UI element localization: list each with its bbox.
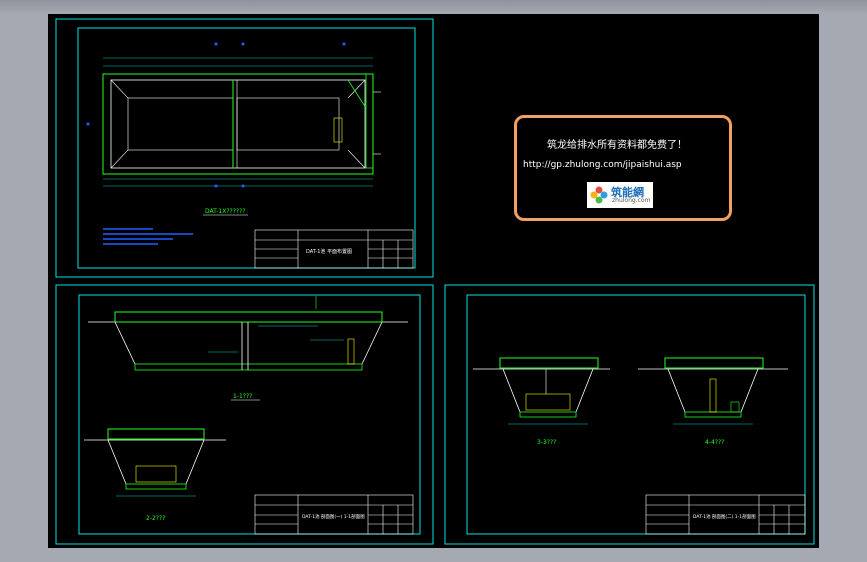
section-3-3 bbox=[473, 357, 610, 425]
cad-drawing: DAT-1X?????? DAT-1池 平面布置图 1-1??? 2-2??? … bbox=[55, 18, 815, 545]
plan-notes bbox=[103, 228, 193, 245]
section-1-1-label: 1-1??? bbox=[233, 393, 252, 400]
section-3-3-label: 3-3??? bbox=[537, 439, 556, 446]
title-block-right-name: DAT-1池 剖面图(二) 1-1剖面图 bbox=[693, 513, 756, 520]
promo-note-url[interactable]: http://gp.zhulong.com/jipaishui.asp bbox=[523, 160, 682, 170]
promo-note-text: 筑龙给排水所有资料都免费了！ bbox=[547, 140, 687, 151]
toolbar-strip bbox=[0, 0, 867, 14]
promo-note-box: 筑龙给排水所有资料都免费了！ http://gp.zhulong.com/jip… bbox=[514, 115, 732, 221]
title-block-bottom-left-name: DAT-1池 剖面图(一) 1-1剖面图 bbox=[302, 513, 365, 520]
cad-drawing-canvas[interactable]: DAT-1X?????? DAT-1池 平面布置图 1-1??? 2-2??? … bbox=[48, 14, 819, 548]
section-2-2 bbox=[84, 428, 226, 497]
plan-view bbox=[86, 42, 381, 188]
section-2-2-label: 2-2??? bbox=[146, 515, 165, 522]
plan-label: DAT-1X?????? bbox=[205, 208, 245, 215]
logo-subtitle: zhulong.com bbox=[612, 197, 651, 204]
zhulong-logo[interactable]: 筑能網 zhulong.com bbox=[587, 182, 653, 208]
title-block-top-left-name: DAT-1池 平面布置图 bbox=[306, 248, 352, 255]
section-1-1 bbox=[88, 296, 408, 371]
section-4-4 bbox=[638, 357, 788, 425]
logo-flower-icon bbox=[590, 186, 608, 204]
section-4-4-label: 4-4??? bbox=[705, 439, 724, 446]
